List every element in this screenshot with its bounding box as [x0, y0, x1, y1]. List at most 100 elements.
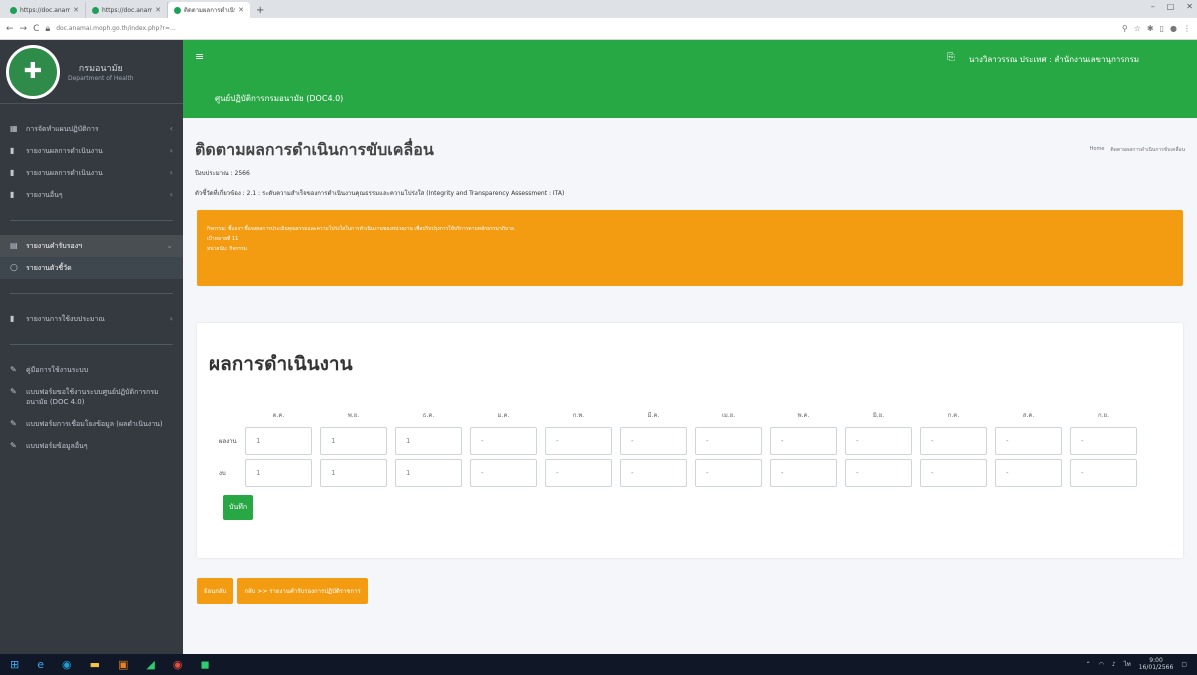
budget-input[interactable] [320, 459, 387, 487]
url-input[interactable]: doc.anamai.moph.go.th/index.php?r=... [56, 25, 576, 32]
budget-input[interactable] [770, 459, 837, 487]
sidebar-item-label: รายงานการใช้งบประมาณ [26, 315, 105, 323]
line-icon[interactable]: ◼ [201, 658, 210, 671]
system-tray: ⌃ ◠ ♪ ไท 9:00 16/01/2566 ▢ [1086, 657, 1187, 671]
sidebar-icon[interactable]: ▯ [1160, 24, 1164, 33]
circle-icon: ○ [10, 263, 18, 273]
language-icon[interactable]: ไท [1124, 659, 1131, 669]
sidebar-item-other[interactable]: ▮ รายงานอื่นๆ ‹ [0, 184, 183, 206]
budget-input[interactable] [395, 459, 462, 487]
star-icon[interactable]: ☆ [1134, 24, 1141, 33]
close-window-button[interactable]: ✕ [1186, 2, 1193, 11]
tab-label: https://doc.anamai.moph.go.th [20, 6, 70, 14]
result-input[interactable] [545, 427, 612, 455]
save-button[interactable]: บันทึก [223, 495, 254, 520]
activity-alert: กิจกรรม: ชี้แจงฯ ชี้แจงผลการประเมินคุณธร… [197, 210, 1183, 286]
sidebar-item-indicator-report[interactable]: ○ รายงานตัวชี้วัด [0, 257, 183, 279]
maximize-button[interactable]: □ [1167, 2, 1175, 11]
month-header: มี.ค. [647, 412, 660, 419]
result-input[interactable] [920, 427, 987, 455]
reload-icon[interactable]: C [33, 24, 39, 34]
browser-tab-3[interactable]: ติดตามผลการดำเนินงาน✕ [168, 2, 250, 18]
kebab-menu-icon[interactable]: ⋮ [1183, 24, 1191, 33]
sidebar-item-request-form[interactable]: ✎ แบบฟอร์มขอใช้งานระบบศูนย์ปฏิบัติการกรมอ… [0, 381, 183, 413]
forward-icon[interactable]: → [20, 24, 28, 34]
row-label: ผลงาน [219, 438, 237, 445]
browser-tab-2[interactable]: https://doc.anamai.moph.go.th✕ [86, 2, 168, 18]
user-name[interactable]: นางวิลาวรรณ ประเทศ : สำนักงานเลขานุการกร… [969, 53, 1139, 66]
book-icon: ▮ [10, 190, 15, 199]
address-bar: ← → C 🔒︎ doc.anamai.moph.go.th/index.php… [0, 18, 1197, 40]
close-icon[interactable]: ✕ [238, 6, 244, 14]
edge-icon[interactable]: ◉ [62, 658, 72, 671]
result-input[interactable] [245, 427, 312, 455]
browser-tab-1[interactable]: https://doc.anamai.moph.go.th✕ [4, 2, 86, 18]
notification-icon[interactable]: ▢ [1181, 661, 1187, 668]
close-icon[interactable]: ✕ [73, 6, 79, 14]
book-icon: ▮ [10, 314, 15, 323]
month-header: ก.พ. [572, 412, 585, 419]
result-input[interactable] [770, 427, 837, 455]
sidebar-item-report-1[interactable]: ▮ รายงานผลการดำเนินงาน ‹ [0, 140, 183, 162]
new-tab-button[interactable]: + [250, 2, 270, 18]
result-input[interactable] [395, 427, 462, 455]
file-icon: ▤ [10, 241, 18, 250]
network-icon[interactable]: ◠ [1099, 661, 1104, 668]
logout-icon[interactable]: ⎘ [947, 52, 955, 63]
result-input[interactable] [995, 427, 1062, 455]
favicon-icon [92, 6, 99, 14]
budget-input[interactable] [620, 459, 687, 487]
sidebar-item-other-form[interactable]: ✎ แบบฟอร์มข้อมูลอื่นๆ [0, 435, 183, 457]
sidebar-item-budget[interactable]: ▮ รายงานการใช้งบประมาณ ‹ [0, 308, 183, 330]
result-input[interactable] [1070, 427, 1137, 455]
budget-input[interactable] [695, 459, 762, 487]
budget-input[interactable] [920, 459, 987, 487]
sidebar-item-commitment[interactable]: ▤ รายงานคำรับรองฯ ⌄ [0, 235, 183, 257]
sidebar-menu: ▦ การจัดทำแผนปฏิบัติการ ‹ ▮ รายงานผลการดำเน… [0, 104, 183, 457]
sidebar-item-label: แบบฟอร์มขอใช้งานระบบศูนย์ปฏิบัติการกรมอน… [26, 388, 159, 406]
budget-input[interactable] [245, 459, 312, 487]
browser-toolbar-icons: ⚲ ☆ ✱ ▯ ● ⋮ [1122, 24, 1191, 33]
commitment-report-button[interactable]: กลับ >> รายงานคำรับรองการปฏิบัติราชการ [237, 578, 368, 604]
window-controls: – □ ✕ [1151, 2, 1193, 11]
sidebar-item-link-form[interactable]: ✎ แบบฟอร์มการเชื่อมโยงข้อมูล (ผลดำเนินงาน… [0, 413, 183, 435]
back-button[interactable]: ย้อนกลับ [197, 578, 234, 604]
result-input[interactable] [320, 427, 387, 455]
performance-card: ผลการดำเนินงาน ต.ค. พ.ย. ธ.ค. ม.ค. ก.พ. … [197, 323, 1183, 558]
zoom-icon[interactable]: ⚲ [1122, 24, 1128, 33]
profile-icon[interactable]: ● [1170, 24, 1177, 33]
budget-input[interactable] [1070, 459, 1137, 487]
sidebar-item-manual[interactable]: ✎ คู่มือการใช้งานระบบ [0, 359, 183, 381]
clock[interactable]: 9:00 16/01/2566 [1139, 657, 1174, 671]
result-input[interactable] [620, 427, 687, 455]
budget-input[interactable] [545, 459, 612, 487]
alert-unit: หน่วยนับ: กิจกรรม [207, 246, 247, 252]
chrome-icon[interactable]: ◉ [173, 658, 183, 671]
brand[interactable]: ✚ กรมอนามัย Department of Health [0, 40, 183, 104]
result-input[interactable] [695, 427, 762, 455]
budget-input[interactable] [995, 459, 1062, 487]
back-icon[interactable]: ← [6, 24, 14, 34]
hamburger-menu-icon[interactable]: ≡ [195, 50, 204, 63]
sidebar-item-plan[interactable]: ▦ การจัดทำแผนปฏิบัติการ ‹ [0, 118, 183, 140]
book-icon: ▮ [10, 146, 15, 155]
breadcrumb-home[interactable]: Home [1090, 146, 1105, 154]
extension-icon[interactable]: ✱ [1147, 24, 1154, 33]
close-icon[interactable]: ✕ [155, 6, 161, 14]
volume-icon[interactable]: ♪ [1112, 661, 1116, 668]
row-label: งบ [219, 470, 226, 477]
windows-start-icon[interactable]: ⊞ [10, 658, 19, 671]
result-input[interactable] [470, 427, 537, 455]
app-icon[interactable]: ▣ [118, 658, 128, 671]
chevron-left-icon: ‹ [169, 190, 173, 199]
app-icon[interactable]: ◢ [146, 658, 154, 671]
brand-text: กรมอนามัย Department of Health [68, 61, 134, 82]
file-explorer-icon[interactable]: ▬ [90, 658, 100, 671]
ie-icon[interactable]: e [37, 658, 44, 671]
budget-input[interactable] [845, 459, 912, 487]
budget-input[interactable] [470, 459, 537, 487]
sidebar-item-report-2[interactable]: ▮ รายงานผลการดำเนินงาน ‹ [0, 162, 183, 184]
minimize-button[interactable]: – [1151, 2, 1155, 11]
result-input[interactable] [845, 427, 912, 455]
tray-arrow-icon[interactable]: ⌃ [1086, 661, 1091, 668]
